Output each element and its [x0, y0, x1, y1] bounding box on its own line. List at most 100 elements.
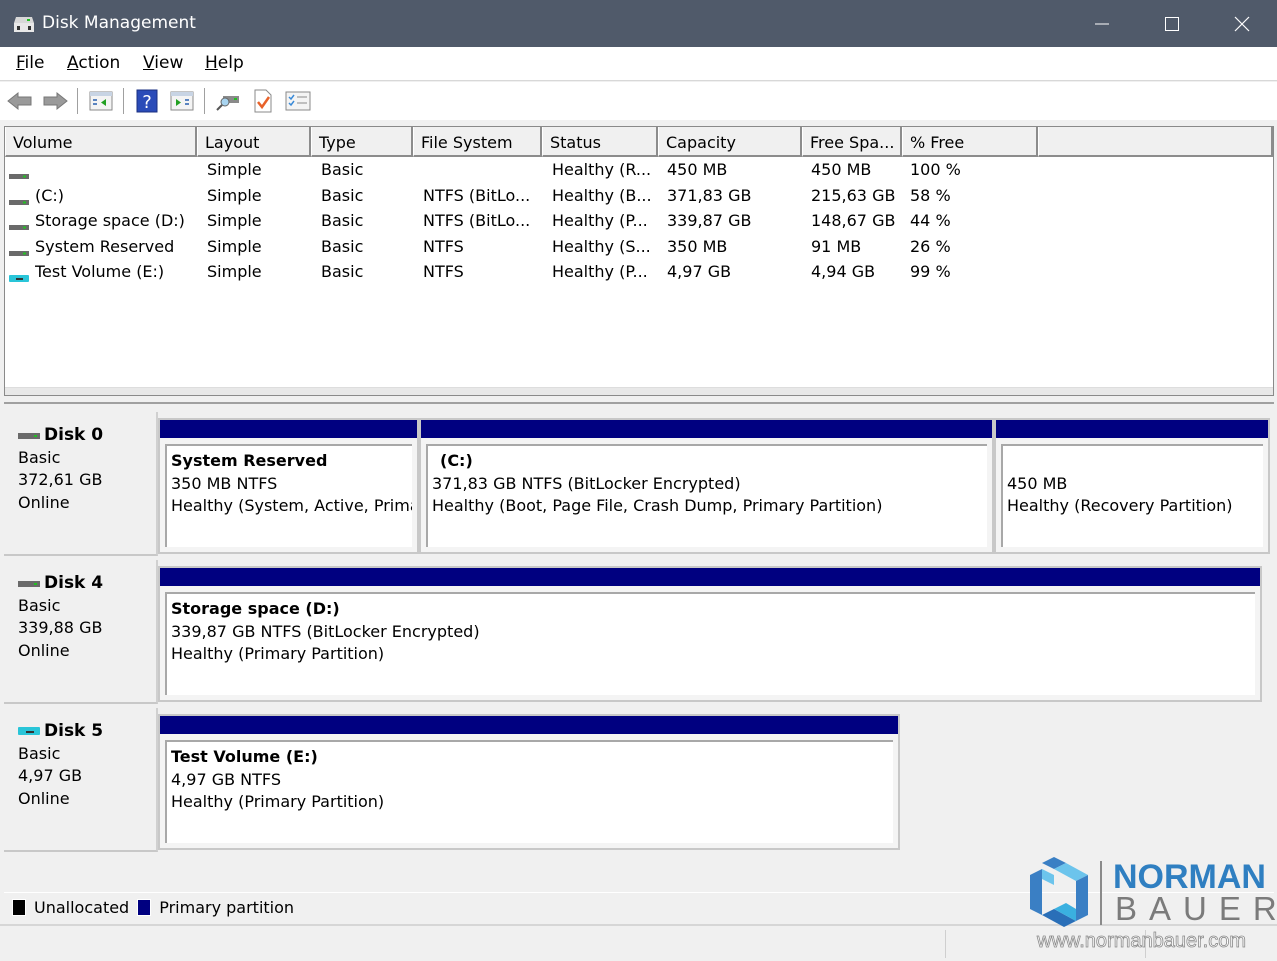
- partition-name: (C:): [440, 451, 473, 470]
- partition-name: System Reserved: [171, 451, 328, 470]
- column-header-type[interactable]: Type: [311, 127, 413, 157]
- rescan-disks-button[interactable]: [215, 88, 241, 114]
- disk-label-disk-4[interactable]: Disk 4 Basic 339,88 GB Online: [4, 560, 158, 704]
- show-hide-console-tree-icon: [89, 91, 113, 111]
- cell-status: Healthy (P...: [552, 262, 648, 281]
- partition-e[interactable]: Test Volume (E:) 4,97 GB NTFS Healthy (P…: [158, 714, 900, 850]
- disk-label-disk-5[interactable]: Disk 5 Basic 4,97 GB Online: [4, 708, 158, 852]
- disk-state: Online: [18, 492, 70, 512]
- partition-name: Storage space (D:): [171, 599, 340, 618]
- cell-layout: Simple: [207, 236, 262, 256]
- column-header-percent-free[interactable]: % Free: [902, 127, 1038, 157]
- status-divider: [945, 930, 946, 958]
- column-header-capacity[interactable]: Capacity: [658, 127, 802, 157]
- hard-drive-icon: [18, 424, 40, 447]
- disk-state: Online: [18, 640, 70, 660]
- toolbar: ?: [0, 82, 1277, 120]
- close-button[interactable]: [1207, 0, 1277, 47]
- volume-row[interactable]: System Reserved Simple Basic NTFS Healthy (S…: [5, 235, 1273, 260]
- cell-percent-free: 26 %: [910, 236, 951, 256]
- watermark-logo: NORMAN BAUER: [1030, 855, 1277, 927]
- rescan-disks-icon: [216, 96, 239, 111]
- menu-accel: V: [143, 53, 155, 73]
- disk-size: 339,88 GB: [18, 618, 103, 637]
- cell-type: Basic: [321, 211, 364, 230]
- hard-drive-icon: [9, 192, 29, 211]
- check-task-button[interactable]: [250, 88, 276, 114]
- removable-drive-icon: [9, 268, 29, 287]
- maximize-button[interactable]: [1137, 0, 1207, 47]
- menu-file[interactable]: File: [16, 53, 44, 73]
- cell-status: Healthy (B...: [552, 185, 652, 205]
- column-header-layout[interactable]: Layout: [197, 127, 311, 157]
- partition-status: Healthy (Recovery Partition): [1007, 496, 1233, 515]
- cell-volume: Test Volume (E:): [35, 262, 165, 281]
- partition-size: 350 MB NTFS: [171, 473, 278, 493]
- toolbar-separator: [77, 88, 78, 114]
- minimize-button[interactable]: [1067, 0, 1137, 47]
- cell-capacity: 4,97 GB: [667, 262, 732, 281]
- properties-list-button[interactable]: [285, 88, 311, 114]
- help-icon: ?: [136, 89, 158, 113]
- volume-row[interactable]: (C:) Simple Basic NTFS (BitLo... Healthy (B.…: [5, 184, 1273, 209]
- back-button[interactable]: [7, 88, 33, 114]
- menu-label: ction: [78, 53, 121, 73]
- disk-label-disk-0[interactable]: Disk 0 Basic 372,61 GB Online: [4, 412, 158, 556]
- cell-type: Basic: [321, 236, 364, 256]
- disk-name-text: Disk 4: [44, 573, 104, 593]
- help-button[interactable]: ?: [134, 88, 160, 114]
- menu-action[interactable]: Action: [67, 53, 120, 73]
- show-hide-action-pane-button[interactable]: [169, 88, 195, 114]
- disk-management-app-icon: [14, 17, 34, 32]
- column-header-free-space[interactable]: Free Spa...: [802, 127, 902, 157]
- column-header-volume[interactable]: Volume: [5, 127, 197, 157]
- column-header-file-system[interactable]: File System: [413, 127, 542, 157]
- partition-status: Healthy (Boot, Page File, Crash Dump, Pr…: [432, 496, 883, 515]
- forward-button[interactable]: [42, 88, 68, 114]
- toolbar-separator: [204, 88, 205, 114]
- volume-row[interactable]: Storage space (D:) Simple Basic NTFS (BitLo…: [5, 209, 1273, 234]
- disk-map: Disk 0 Basic 372,61 GB Online System Res…: [4, 402, 1274, 890]
- forward-arrow-icon: [43, 91, 68, 111]
- cell-free-space: 148,67 GB: [811, 211, 896, 230]
- disk-name: Disk 0: [18, 424, 156, 447]
- cell-type: Basic: [321, 160, 364, 179]
- menu-view[interactable]: View: [143, 53, 183, 73]
- partition-size: 450 MB: [1007, 473, 1068, 493]
- partition-c[interactable]: (C:) 371,83 GB NTFS (BitLocker Encrypted…: [419, 418, 994, 554]
- column-header-status[interactable]: Status: [542, 127, 658, 157]
- legend-swatch-unallocated: [12, 899, 26, 916]
- cell-free-space: 4,94 GB: [811, 262, 876, 281]
- volume-row[interactable]: Simple Basic Healthy (R... 450 MB 450 MB 100 …: [5, 158, 1273, 183]
- partition-recovery[interactable]: 450 MB Healthy (Recovery Partition): [994, 418, 1270, 554]
- partition-d[interactable]: Storage space (D:) 339,87 GB NTFS (BitLo…: [158, 566, 1262, 702]
- primary-partition-bar: [996, 420, 1268, 438]
- disk-type: Basic: [18, 595, 61, 615]
- cell-layout: Simple: [207, 185, 262, 205]
- partition-system-reserved[interactable]: System Reserved 350 MB NTFS Healthy (Sys…: [158, 418, 419, 554]
- cell-layout: Simple: [207, 211, 262, 230]
- minimize-icon: [1095, 23, 1109, 24]
- horizontal-scrollbar[interactable]: [5, 387, 1273, 395]
- cell-percent-free: 100 %: [910, 160, 961, 179]
- show-hide-console-tree-button[interactable]: [88, 88, 114, 114]
- removable-drive-icon: [18, 720, 40, 743]
- disk-4-partitions: Storage space (D:) 339,87 GB NTFS (BitLo…: [158, 560, 1262, 708]
- disk-5-partitions: Test Volume (E:) 4,97 GB NTFS Healthy (P…: [158, 708, 900, 856]
- menu-accel: A: [67, 53, 79, 73]
- cell-status: Healthy (R...: [552, 160, 652, 179]
- cell-volume: (C:): [35, 185, 65, 205]
- toolbar-separator: [123, 88, 124, 114]
- cell-file-system: NTFS: [423, 262, 464, 281]
- partition-name: Test Volume (E:): [171, 747, 318, 766]
- partition-status: Healthy (Primary Partition): [171, 644, 385, 663]
- menu-label: elp: [217, 53, 244, 73]
- cell-status: Healthy (S...: [552, 236, 651, 256]
- legend-swatch-primary: [137, 899, 152, 916]
- menu-help[interactable]: Help: [205, 53, 244, 73]
- hard-drive-icon: [9, 166, 29, 185]
- title-bar: Disk Management: [0, 0, 1277, 47]
- disk-state: Online: [18, 788, 70, 808]
- volume-row[interactable]: Test Volume (E:) Simple Basic NTFS Healthy (…: [5, 260, 1273, 285]
- disk-name-text: Disk 0: [44, 425, 104, 445]
